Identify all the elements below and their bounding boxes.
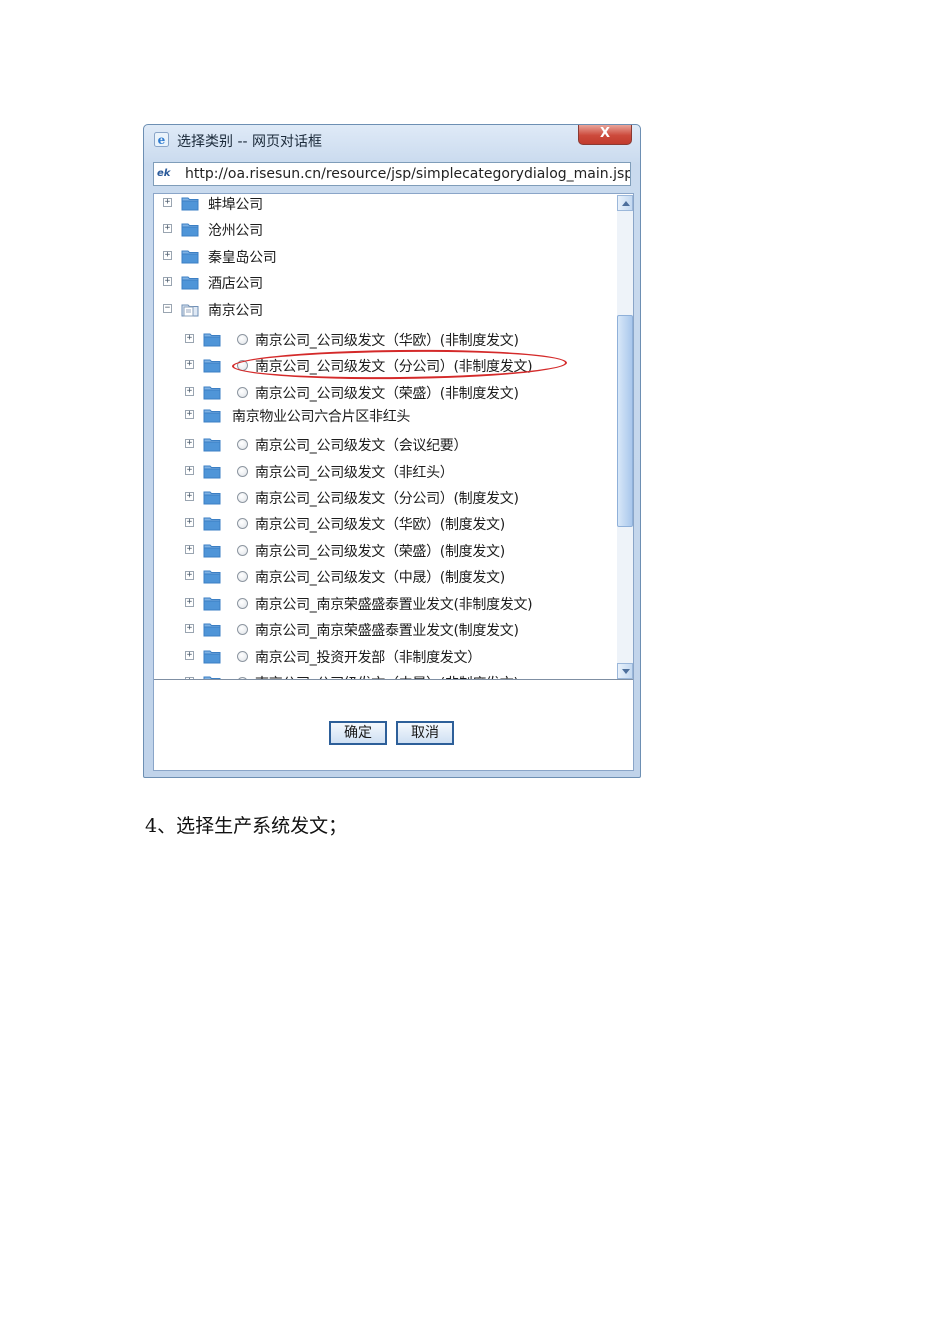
confirm-button[interactable]: 确定	[329, 721, 387, 745]
folder-icon	[203, 437, 221, 452]
radio-button[interactable]	[237, 545, 248, 556]
url-text: http://oa.risesun.cn/resource/jsp/simple…	[185, 166, 631, 182]
scroll-up-button[interactable]	[617, 195, 633, 211]
cancel-button[interactable]: 取消	[396, 721, 454, 745]
radio-button[interactable]	[237, 334, 248, 345]
expand-icon[interactable]: +	[163, 224, 172, 233]
expand-icon[interactable]: +	[185, 571, 194, 580]
scroll-thumb[interactable]	[617, 315, 633, 527]
folder-icon	[181, 196, 199, 211]
tree-node-label: 南京公司_公司级发文（华欧）(非制度发文)	[255, 333, 519, 349]
category-dialog: e 选择类别 -- 网页对话框 X ek http://oa.risesun.c…	[143, 124, 641, 778]
expand-icon[interactable]: +	[185, 651, 194, 660]
folder-icon	[203, 543, 221, 558]
tree-node-label: 南京公司_公司级发文（华欧）(制度发文)	[255, 517, 505, 533]
expand-icon[interactable]: +	[185, 598, 194, 607]
tree-node-label: 南京公司_投资开发部（非制度发文）	[255, 650, 481, 666]
step-caption: 4、选择生产系统发文；	[145, 815, 348, 837]
expand-icon[interactable]: +	[163, 277, 172, 286]
tree-node-label: 南京公司_公司级发文（荣盛）(非制度发文)	[255, 386, 519, 402]
radio-button[interactable]	[237, 598, 248, 609]
expand-icon[interactable]: +	[185, 439, 194, 448]
tree-node-label: 南京公司_公司级发文（非红头）	[255, 465, 454, 481]
expand-icon[interactable]: +	[163, 198, 172, 207]
close-icon: X	[599, 126, 611, 141]
tree-node-label: 南京公司_公司级发文（分公司）(制度发文)	[255, 491, 519, 507]
dialog-title: 选择类别 -- 网页对话框	[177, 134, 323, 150]
expand-icon[interactable]: +	[185, 410, 194, 419]
tree-node-label: 秦皇岛公司	[208, 250, 277, 266]
expand-icon[interactable]: +	[185, 518, 194, 527]
radio-button[interactable]	[237, 492, 248, 503]
dialog-content: + 蚌埠公司 + 沧州公司 + 秦皇岛公司 + 酒店公司 − 南京公司 + 南京公司_公司级发文（华欧…	[153, 193, 634, 771]
folder-icon	[203, 332, 221, 347]
expand-icon[interactable]: +	[185, 624, 194, 633]
tree-node-label: 蚌埠公司	[208, 197, 263, 213]
expand-icon[interactable]: +	[185, 466, 194, 475]
close-button[interactable]: X	[578, 125, 632, 145]
folder-icon	[203, 358, 221, 373]
radio-button[interactable]	[237, 571, 248, 582]
radio-button[interactable]	[237, 387, 248, 398]
vertical-scrollbar[interactable]	[617, 195, 633, 679]
tree-node-label: 南京公司_公司级发文（荣盛）(制度发文)	[255, 544, 505, 560]
divider	[154, 679, 633, 680]
expand-icon[interactable]: +	[185, 492, 194, 501]
folder-icon	[181, 222, 199, 237]
collapse-icon[interactable]: −	[163, 304, 172, 313]
tree-node-label: 南京公司_公司级发文（会议纪要）	[255, 438, 468, 454]
tree-node-label: 南京公司_公司级发文（中晟）(制度发文)	[255, 570, 505, 586]
radio-button[interactable]	[237, 624, 248, 635]
folder-icon	[181, 275, 199, 290]
folder-icon	[203, 569, 221, 584]
radio-button[interactable]	[237, 439, 248, 450]
tree-node-label: 南京公司_南京荣盛盛泰置业发文(非制度发文)	[255, 597, 533, 613]
dialog-titlebar[interactable]: e 选择类别 -- 网页对话框 X	[144, 125, 640, 155]
folder-icon	[203, 649, 221, 664]
chevron-up-icon	[622, 201, 630, 206]
folder-icon	[203, 516, 221, 531]
folder-icon	[203, 385, 221, 400]
tree-node-label: 南京物业公司六合片区非红头	[232, 409, 411, 425]
folder-icon	[181, 249, 199, 264]
radio-button[interactable]	[237, 518, 248, 529]
folder-icon	[203, 622, 221, 637]
expand-icon[interactable]: +	[185, 545, 194, 554]
expand-icon[interactable]: +	[185, 360, 194, 369]
radio-button[interactable]	[237, 651, 248, 662]
expand-icon[interactable]: +	[163, 251, 172, 260]
address-bar: ek http://oa.risesun.cn/resource/jsp/sim…	[153, 162, 631, 186]
folder-icon	[203, 408, 221, 423]
folder-icon	[203, 490, 221, 505]
tree-node-label: 酒店公司	[208, 276, 263, 292]
svg-text:e: e	[158, 133, 166, 147]
radio-button[interactable]	[237, 466, 248, 477]
open-folder-icon	[181, 302, 199, 317]
page-icon: ek	[157, 168, 171, 179]
chevron-down-icon	[622, 669, 630, 674]
tree-node-label: 南京公司	[208, 303, 263, 319]
ie-logo-icon: e	[154, 132, 169, 147]
tree-node-label: 沧州公司	[208, 223, 263, 239]
folder-icon	[203, 464, 221, 479]
scroll-down-button[interactable]	[617, 663, 633, 679]
expand-icon[interactable]: +	[185, 334, 194, 343]
category-tree: + 蚌埠公司 + 沧州公司 + 秦皇岛公司 + 酒店公司 − 南京公司 + 南京公司_公司级发文（华欧…	[154, 194, 614, 680]
folder-icon	[203, 596, 221, 611]
expand-icon[interactable]: +	[185, 387, 194, 396]
tree-node-label: 南京公司_南京荣盛盛泰置业发文(制度发文)	[255, 623, 519, 639]
